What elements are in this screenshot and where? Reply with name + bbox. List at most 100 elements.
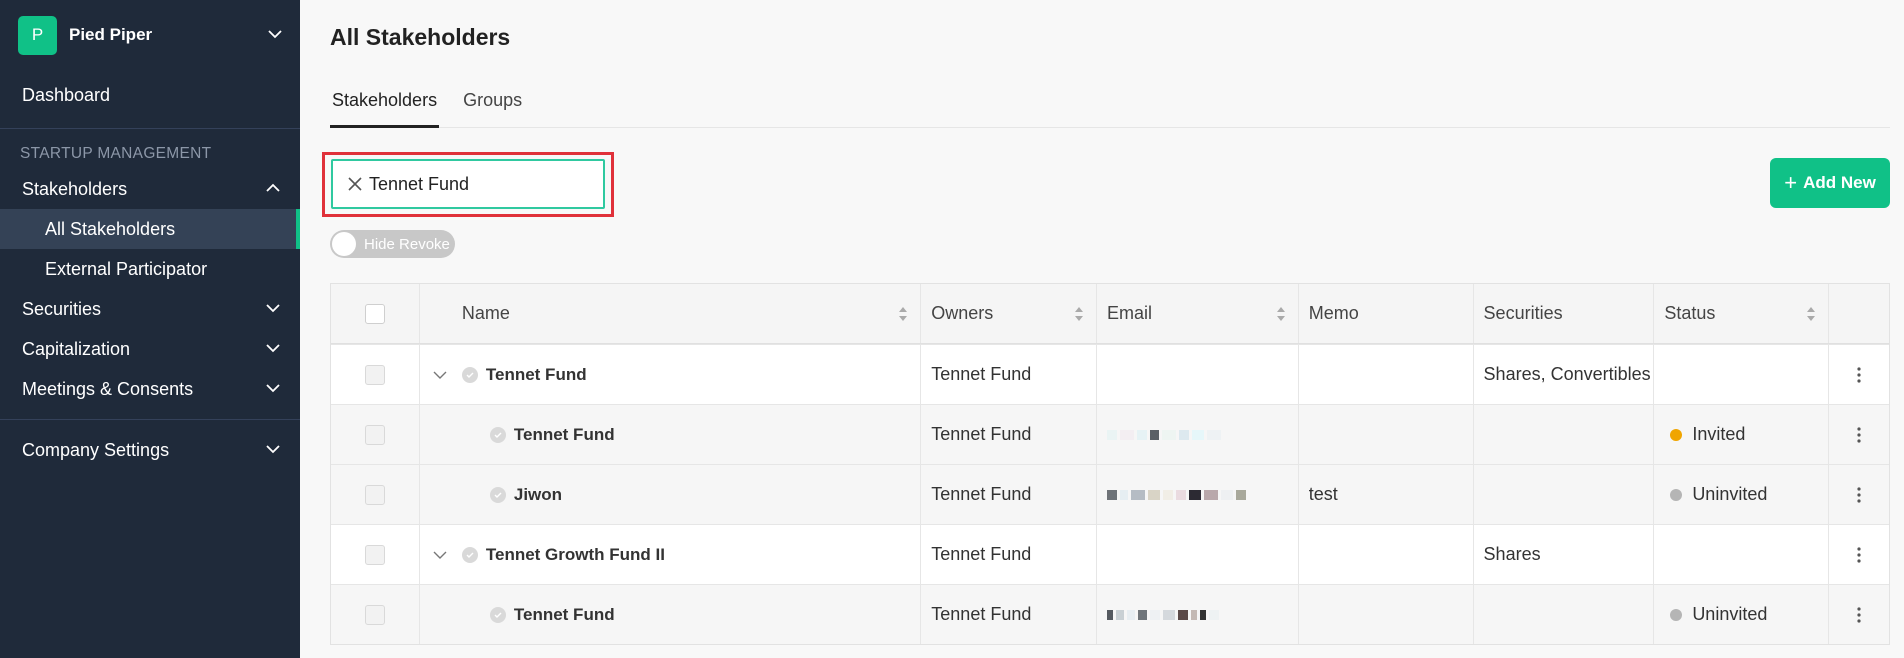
securities-cell bbox=[1474, 405, 1655, 464]
search-highlight bbox=[322, 152, 614, 217]
sidebar-section-title: STARTUP MANAGEMENT bbox=[20, 145, 212, 162]
sidebar-item-securities[interactable]: Securities bbox=[0, 289, 300, 329]
org-logo: P bbox=[18, 15, 57, 55]
row-checkbox-cell bbox=[331, 405, 420, 464]
search-input[interactable] bbox=[369, 173, 579, 195]
check-circle-icon bbox=[461, 366, 478, 383]
redacted-email bbox=[1107, 609, 1257, 621]
row-checkbox-cell bbox=[331, 465, 420, 524]
stakeholder-name[interactable]: Tennet Fund bbox=[486, 365, 587, 385]
memo-cell bbox=[1299, 345, 1474, 404]
header-email-label: Email bbox=[1107, 303, 1153, 323]
stakeholder-name[interactable]: Jiwon bbox=[514, 485, 562, 505]
chevron-up-icon bbox=[266, 183, 280, 195]
clear-icon[interactable] bbox=[347, 176, 363, 192]
chevron-down-icon[interactable] bbox=[268, 29, 282, 41]
header-email[interactable]: Email bbox=[1097, 284, 1299, 343]
owners-cell: Tennet Fund bbox=[921, 345, 1098, 404]
status-cell: Invited bbox=[1654, 405, 1830, 464]
row-checkbox[interactable] bbox=[364, 364, 385, 385]
sidebar-divider bbox=[0, 128, 300, 129]
row-checkbox-cell bbox=[331, 345, 420, 404]
table-row[interactable]: Tennet Fund Tennet Fund Shares, Converti… bbox=[331, 344, 1889, 404]
sidebar-item-company-settings[interactable]: Company Settings bbox=[0, 430, 300, 470]
chevron-down-icon bbox=[266, 303, 280, 315]
email-cell bbox=[1097, 585, 1299, 644]
row-checkbox-cell bbox=[331, 525, 420, 584]
add-new-button[interactable]: + Add New bbox=[1770, 158, 1890, 208]
expand-chevron-icon[interactable] bbox=[432, 367, 448, 383]
owners-cell: Tennet Fund bbox=[921, 525, 1098, 584]
memo-cell: test bbox=[1299, 465, 1474, 524]
email-cell bbox=[1097, 405, 1299, 464]
header-status[interactable]: Status bbox=[1654, 284, 1830, 343]
select-all-checkbox[interactable] bbox=[364, 303, 385, 324]
row-checkbox[interactable] bbox=[364, 544, 385, 565]
table-row[interactable]: Tennet Growth Fund II Tennet Fund Shares bbox=[331, 524, 1889, 584]
header-owners-label: Owners bbox=[931, 303, 994, 323]
add-new-label: Add New bbox=[1803, 173, 1876, 192]
sidebar-item-label: Meetings & Consents bbox=[22, 378, 194, 399]
sidebar-divider bbox=[0, 419, 300, 420]
more-vertical-icon[interactable] bbox=[1857, 546, 1861, 563]
header-checkbox-cell bbox=[331, 284, 420, 343]
main-content: All Stakeholders Stakeholders Groups + A… bbox=[300, 0, 1904, 658]
securities-cell bbox=[1474, 585, 1655, 644]
hide-revoke-toggle[interactable]: Hide Revoke bbox=[330, 230, 455, 258]
securities-cell bbox=[1474, 465, 1655, 524]
sidebar-item-external-participator[interactable]: External Participator bbox=[0, 249, 300, 289]
redacted-email bbox=[1107, 429, 1257, 441]
table-row[interactable]: Tennet Fund Tennet Fund Uninvited bbox=[331, 584, 1889, 644]
chevron-down-icon bbox=[266, 343, 280, 355]
owners-cell: Tennet Fund bbox=[921, 405, 1098, 464]
stakeholder-name[interactable]: Tennet Growth Fund II bbox=[486, 545, 665, 565]
row-checkbox-cell bbox=[331, 585, 420, 644]
status-dot-invited bbox=[1670, 428, 1683, 441]
memo-cell bbox=[1299, 405, 1474, 464]
sidebar-item-stakeholders[interactable]: Stakeholders bbox=[0, 169, 300, 209]
header-name[interactable]: Name bbox=[420, 284, 922, 343]
row-checkbox[interactable] bbox=[364, 484, 385, 505]
more-vertical-icon[interactable] bbox=[1857, 486, 1861, 503]
actions-cell bbox=[1829, 525, 1889, 584]
more-vertical-icon[interactable] bbox=[1857, 366, 1861, 383]
sidebar-item-capitalization[interactable]: Capitalization bbox=[0, 329, 300, 369]
sidebar-item-label: Company Settings bbox=[22, 439, 170, 460]
search-box bbox=[331, 159, 605, 209]
securities-cell: Shares, Convertibles bbox=[1474, 345, 1655, 404]
status-dot-uninvited bbox=[1670, 488, 1683, 501]
table-row[interactable]: Tennet Fund Tennet Fund Invited bbox=[331, 404, 1889, 464]
row-checkbox[interactable] bbox=[364, 604, 385, 625]
sidebar-item-dashboard[interactable]: Dashboard bbox=[0, 75, 300, 115]
row-checkbox[interactable] bbox=[364, 424, 385, 445]
more-vertical-icon[interactable] bbox=[1857, 426, 1861, 443]
org-switcher[interactable]: P Pied Piper bbox=[0, 0, 300, 70]
more-vertical-icon[interactable] bbox=[1857, 606, 1861, 623]
sidebar-item-all-stakeholders[interactable]: All Stakeholders bbox=[0, 209, 300, 249]
org-name: Pied Piper bbox=[69, 25, 153, 44]
email-cell bbox=[1097, 525, 1299, 584]
tab-groups[interactable]: Groups bbox=[461, 86, 524, 128]
expand-chevron-icon[interactable] bbox=[432, 547, 448, 563]
memo-cell bbox=[1299, 525, 1474, 584]
actions-cell bbox=[1829, 465, 1889, 524]
sort-icon bbox=[1276, 306, 1285, 321]
header-owners[interactable]: Owners bbox=[921, 284, 1098, 343]
chevron-down-icon bbox=[266, 444, 280, 456]
name-cell: Tennet Fund bbox=[420, 585, 922, 644]
stakeholder-name[interactable]: Tennet Fund bbox=[514, 425, 615, 445]
status-dot-uninvited bbox=[1670, 608, 1683, 621]
stakeholder-name[interactable]: Tennet Fund bbox=[514, 605, 615, 625]
actions-cell bbox=[1829, 345, 1889, 404]
sidebar-item-meetings[interactable]: Meetings & Consents bbox=[0, 369, 300, 409]
tabs: Stakeholders Groups bbox=[330, 86, 1890, 128]
stakeholders-table: Name Owners Email Memo Securities Status bbox=[330, 283, 1890, 645]
status-label: Invited bbox=[1692, 424, 1746, 444]
header-actions bbox=[1829, 284, 1889, 343]
table-row[interactable]: Jiwon Tennet Fund test Uninvited bbox=[331, 464, 1889, 524]
tab-stakeholders[interactable]: Stakeholders bbox=[330, 86, 440, 128]
actions-cell bbox=[1829, 585, 1889, 644]
redacted-email bbox=[1107, 489, 1287, 501]
check-circle-icon bbox=[461, 546, 478, 563]
status-label: Uninvited bbox=[1692, 604, 1768, 624]
